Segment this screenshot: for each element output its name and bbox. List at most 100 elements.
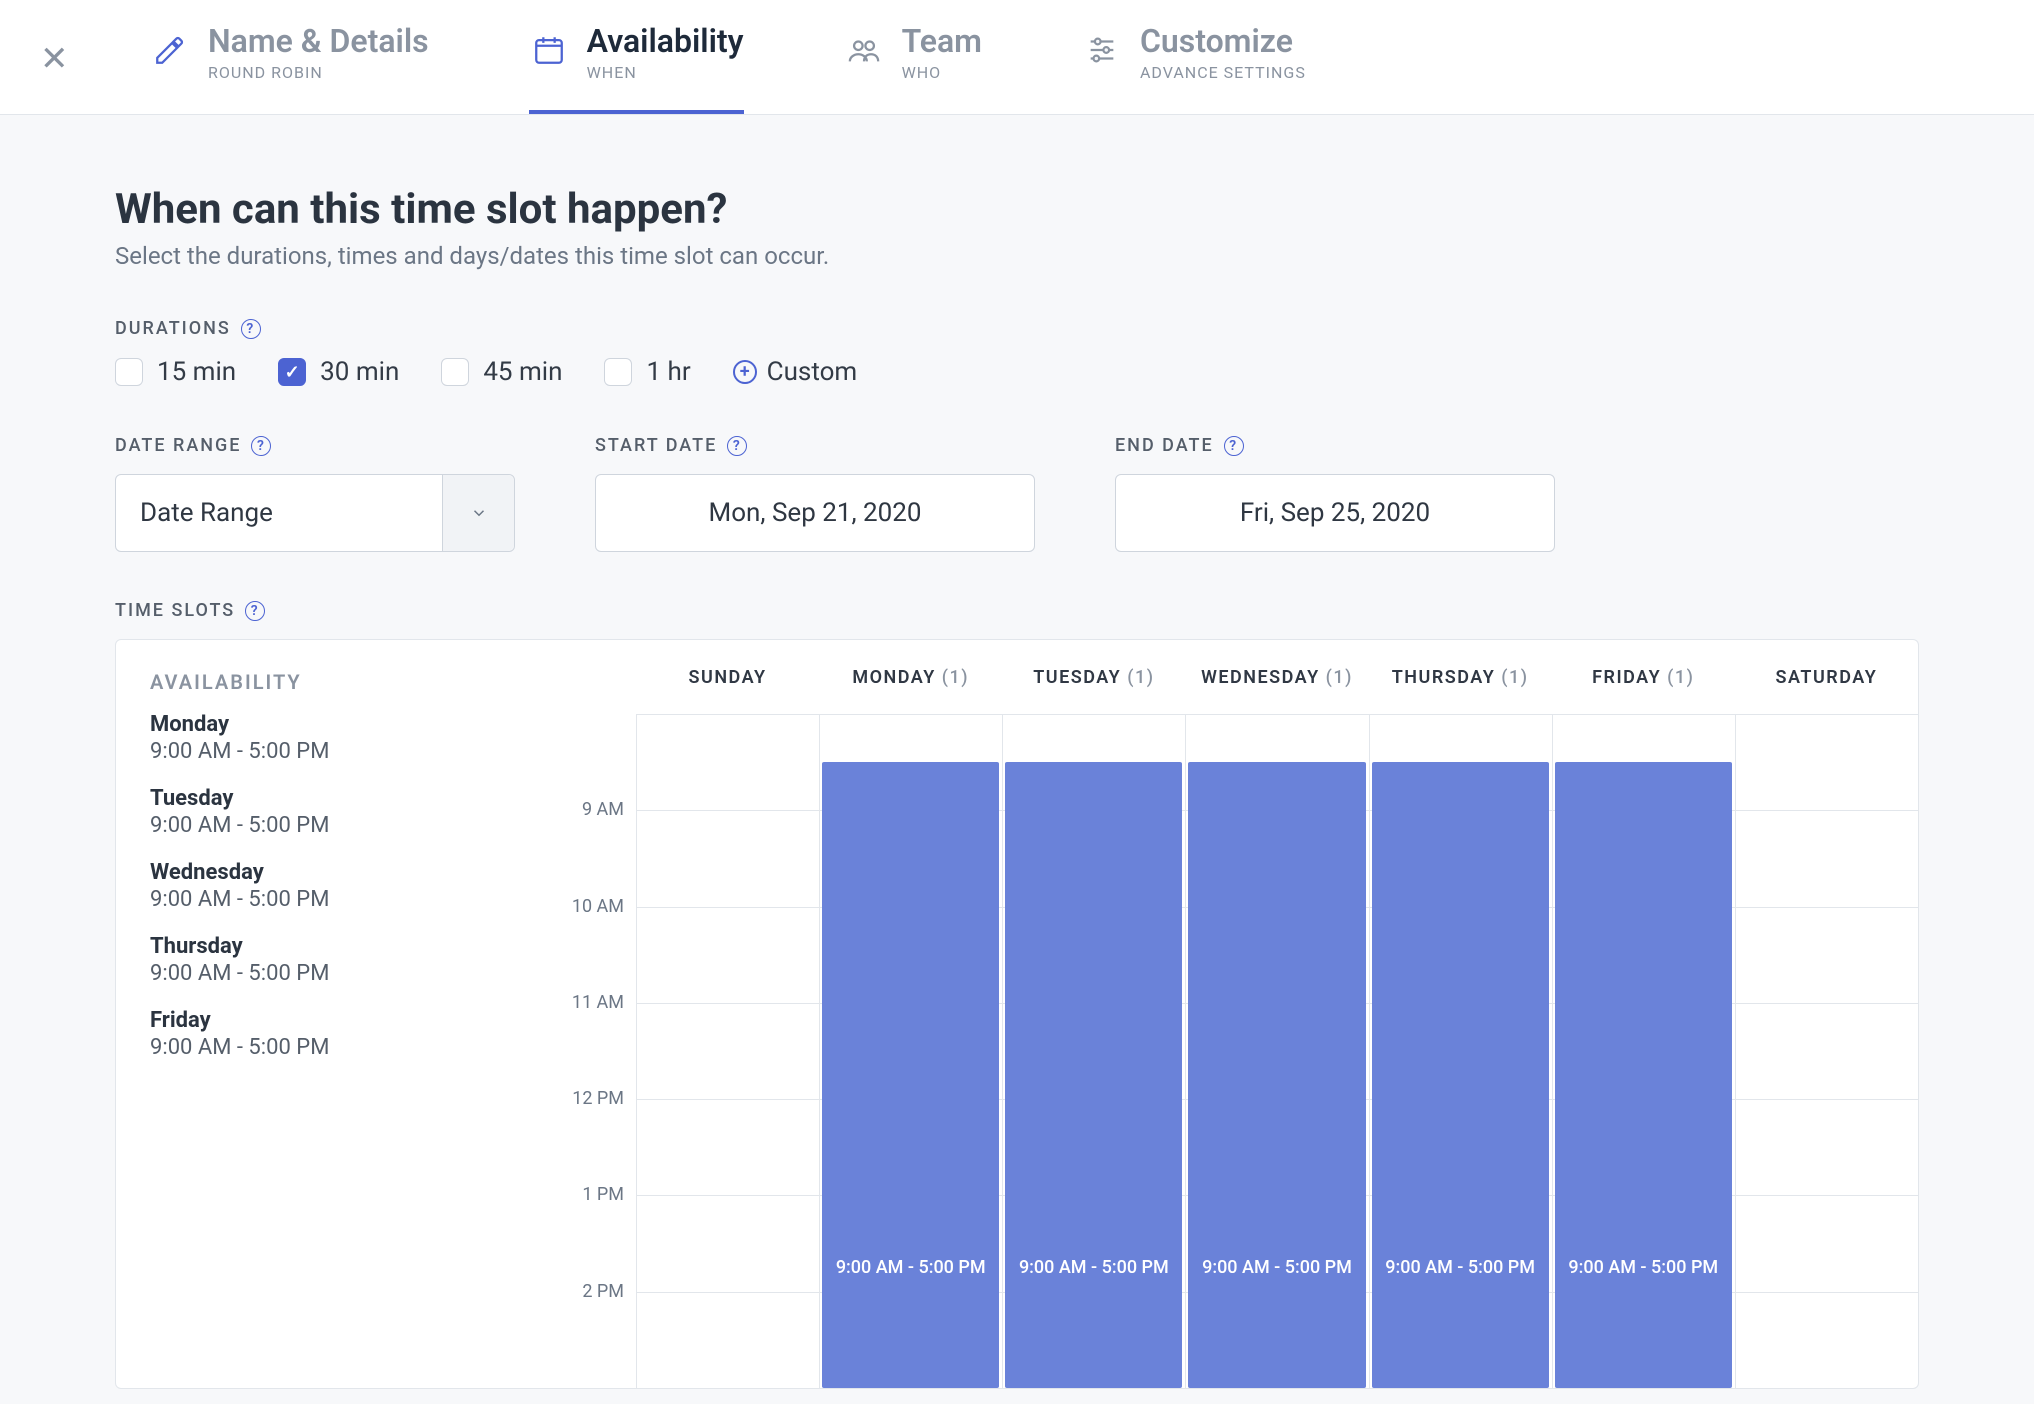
- duration-label: 30 min: [320, 357, 399, 387]
- calendar-day-header: FRIDAY (1): [1552, 667, 1735, 688]
- availability-day-name: Tuesday: [150, 786, 482, 811]
- calendar-cell[interactable]: [1735, 1099, 1918, 1195]
- date-range-label: DATE RANGE ?: [115, 435, 515, 456]
- timeslots-label: TIME SLOTS ?: [115, 600, 1919, 621]
- page-body: When can this time slot happen? Select t…: [0, 115, 2034, 1389]
- add-custom-duration[interactable]: + Custom: [733, 357, 858, 387]
- calendar-cell[interactable]: [1735, 1003, 1918, 1099]
- date-row: DATE RANGE ? Date Range START DATE ? Mon…: [115, 435, 1919, 552]
- calendar-day-header: TUESDAY (1): [1002, 667, 1185, 688]
- start-date-field[interactable]: Mon, Sep 21, 2020: [595, 474, 1035, 552]
- calendar-cell[interactable]: [1735, 907, 1918, 1003]
- calendar-cell[interactable]: [636, 907, 819, 1003]
- time-label: 1 PM: [516, 1184, 636, 1280]
- calendar-cell[interactable]: [1735, 810, 1918, 906]
- calendar-event[interactable]: 9:00 AM - 5:00 PM: [1005, 762, 1182, 1388]
- time-label: 9 AM: [516, 799, 636, 895]
- durations-label: DURATIONS ?: [115, 318, 1919, 339]
- top-steps-bar: ✕ Name & Details ROUND ROBIN Availabil: [0, 0, 2034, 115]
- availability-day-name: Monday: [150, 712, 482, 737]
- calendar-day-header: WEDNESDAY (1): [1185, 667, 1368, 688]
- calendar-icon: [529, 30, 569, 70]
- availability-day-name: Wednesday: [150, 860, 482, 885]
- calendar-body[interactable]: 9 AM10 AM11 AM12 PM1 PM2 PM 9:00 AM - 5:…: [516, 714, 1918, 1388]
- checkbox[interactable]: [604, 358, 632, 386]
- calendar-cell[interactable]: [636, 714, 819, 810]
- help-icon[interactable]: ?: [251, 436, 271, 456]
- checkbox[interactable]: [115, 358, 143, 386]
- availability-sidebar: AVAILABILITY Monday9:00 AM - 5:00 PMTues…: [116, 640, 516, 1388]
- help-icon[interactable]: ?: [727, 436, 747, 456]
- availability-day-time: 9:00 AM - 5:00 PM: [150, 887, 482, 912]
- availability-day-time: 9:00 AM - 5:00 PM: [150, 739, 482, 764]
- calendar-event[interactable]: 9:00 AM - 5:00 PM: [822, 762, 999, 1388]
- duration-option[interactable]: 45 min: [441, 357, 562, 387]
- step-title: Name & Details: [208, 24, 429, 59]
- step-availability[interactable]: Availability WHEN: [529, 0, 744, 114]
- calendar-day-header: MONDAY (1): [819, 667, 1002, 688]
- chevron-down-icon: [442, 475, 514, 551]
- calendar-cell[interactable]: [636, 1292, 819, 1388]
- durations-row: 15 min 30 min 45 min 1 hr + Custom: [115, 357, 1919, 387]
- calendar: SUNDAYMONDAY (1)TUESDAY (1)WEDNESDAY (1)…: [516, 640, 1918, 1388]
- calendar-cell[interactable]: [636, 810, 819, 906]
- sliders-icon: [1082, 30, 1122, 70]
- step-customize[interactable]: Customize ADVANCE SETTINGS: [1082, 0, 1306, 114]
- availability-day: Friday9:00 AM - 5:00 PM: [150, 1008, 482, 1060]
- team-icon: [844, 30, 884, 70]
- calendar-cell[interactable]: [1735, 1195, 1918, 1291]
- availability-day-name: Thursday: [150, 934, 482, 959]
- availability-day: Tuesday9:00 AM - 5:00 PM: [150, 786, 482, 838]
- duration-label: 1 hr: [646, 357, 690, 387]
- help-icon[interactable]: ?: [1224, 436, 1244, 456]
- help-icon[interactable]: ?: [241, 319, 261, 339]
- page-subtitle: Select the durations, times and days/dat…: [115, 242, 1919, 270]
- time-label: 11 AM: [516, 992, 636, 1088]
- duration-option[interactable]: 1 hr: [604, 357, 690, 387]
- end-date-label: END DATE ?: [1115, 435, 1555, 456]
- time-label: 2 PM: [516, 1281, 636, 1377]
- start-date-label: START DATE ?: [595, 435, 1035, 456]
- availability-heading: AVAILABILITY: [150, 670, 482, 694]
- duration-option[interactable]: 30 min: [278, 357, 399, 387]
- calendar-cell[interactable]: [636, 1195, 819, 1291]
- checkbox[interactable]: [278, 358, 306, 386]
- plus-icon: +: [733, 360, 757, 384]
- step-title: Availability: [587, 24, 744, 59]
- step-sub: ADVANCE SETTINGS: [1140, 63, 1306, 82]
- availability-day-name: Friday: [150, 1008, 482, 1033]
- availability-day: Thursday9:00 AM - 5:00 PM: [150, 934, 482, 986]
- availability-day: Wednesday9:00 AM - 5:00 PM: [150, 860, 482, 912]
- time-label: 12 PM: [516, 1088, 636, 1184]
- duration-label: 45 min: [483, 357, 562, 387]
- calendar-event[interactable]: 9:00 AM - 5:00 PM: [1188, 762, 1365, 1388]
- calendar-cell[interactable]: [636, 1003, 819, 1099]
- duration-option[interactable]: 15 min: [115, 357, 236, 387]
- calendar-cell[interactable]: [1735, 1292, 1918, 1388]
- custom-label: Custom: [767, 357, 858, 387]
- calendar-event[interactable]: 9:00 AM - 5:00 PM: [1555, 762, 1732, 1388]
- step-team[interactable]: Team WHO: [844, 0, 982, 114]
- step-title: Team: [902, 24, 982, 59]
- checkbox[interactable]: [441, 358, 469, 386]
- pencil-icon: [150, 30, 190, 70]
- time-label: 10 AM: [516, 896, 636, 992]
- step-sub: WHO: [902, 63, 982, 82]
- availability-day-time: 9:00 AM - 5:00 PM: [150, 813, 482, 838]
- calendar-header: SUNDAYMONDAY (1)TUESDAY (1)WEDNESDAY (1)…: [516, 640, 1918, 714]
- calendar-cell[interactable]: [1735, 714, 1918, 810]
- close-icon[interactable]: ✕: [40, 42, 80, 76]
- date-range-select[interactable]: Date Range: [115, 474, 515, 552]
- step-title: Customize: [1140, 24, 1306, 59]
- calendar-day-header: SUNDAY: [636, 667, 819, 688]
- calendar-day-header: THURSDAY (1): [1369, 667, 1552, 688]
- page-title: When can this time slot happen?: [115, 185, 1919, 234]
- end-date-field[interactable]: Fri, Sep 25, 2020: [1115, 474, 1555, 552]
- help-icon[interactable]: ?: [245, 601, 265, 621]
- availability-day: Monday9:00 AM - 5:00 PM: [150, 712, 482, 764]
- calendar-cell[interactable]: [636, 1099, 819, 1195]
- calendar-event[interactable]: 9:00 AM - 5:00 PM: [1372, 762, 1549, 1388]
- step-name-details[interactable]: Name & Details ROUND ROBIN: [150, 0, 429, 114]
- duration-label: 15 min: [157, 357, 236, 387]
- steps-nav: Name & Details ROUND ROBIN Availability …: [150, 0, 1306, 114]
